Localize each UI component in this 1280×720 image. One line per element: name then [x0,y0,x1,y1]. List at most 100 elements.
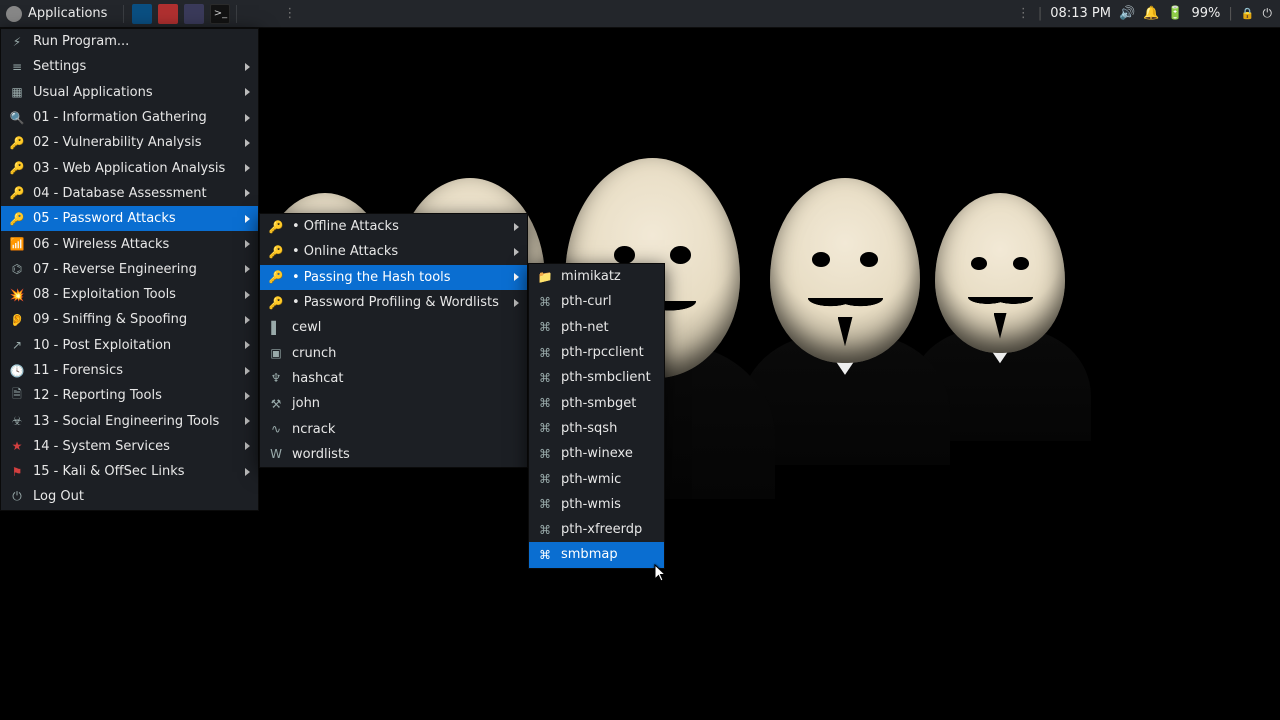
pth-tools-item[interactable]: ⌘pth-wmic [529,466,664,491]
password-attacks-item[interactable]: Wwordlists [260,442,527,467]
password-attacks-item[interactable]: ♆hashcat [260,366,527,391]
passing-the-hash-submenu: 📁mimikatz⌘pth-curl⌘pth-net⌘pth-rpcclient… [528,263,665,569]
menu-item-label: 10 - Post Exploitation [33,338,171,353]
menu-item-icon: ☣ [9,413,25,429]
launcher-folder-icon[interactable] [158,4,178,24]
submenu-arrow-icon [245,139,250,147]
menu-item-label: 14 - System Services [33,439,170,454]
pth-tools-item[interactable]: ⌘pth-smbget [529,390,664,415]
applications-menu-item[interactable]: ★ 14 - System Services [1,434,258,459]
applications-menu-item[interactable]: ▦Usual Applications [1,80,258,105]
lock-icon[interactable]: 🔒 [1241,7,1255,20]
password-attacks-item[interactable]: ▣crunch [260,340,527,365]
menu-item-icon: 📁 [537,269,553,285]
submenu-arrow-icon [245,316,250,324]
submenu-arrow-icon [245,63,250,71]
pth-tools-item[interactable]: ⌘pth-net [529,315,664,340]
applications-menu-button[interactable]: Applications [0,0,117,27]
pth-tools-item[interactable]: ⌘pth-xfreerdp [529,517,664,542]
menu-item-label: 09 - Sniffing & Spoofing [33,312,187,327]
applications-menu-item[interactable]: 🗎12 - Reporting Tools [1,383,258,408]
menu-item-icon: 💥 [9,287,25,303]
applications-menu-item[interactable]: 🔑04 - Database Assessment [1,181,258,206]
applications-menu-item[interactable]: ↗10 - Post Exploitation [1,333,258,358]
launcher-files-icon[interactable] [132,4,152,24]
pth-tools-item[interactable]: ⌘pth-winexe [529,441,664,466]
applications-menu-item[interactable]: ☣ 13 - Social Engineering Tools [1,408,258,433]
menu-item-label: • Offline Attacks [292,219,399,234]
wallpaper-figure [770,178,920,363]
pth-tools-item[interactable]: ⌘pth-rpcclient [529,340,664,365]
menu-item-label: john [292,396,320,411]
applications-menu-item[interactable]: ≡Settings [1,54,258,79]
notifications-icon[interactable]: 🔔 [1143,6,1159,21]
pth-tools-item[interactable]: ⌘pth-smbclient [529,365,664,390]
applications-menu-item[interactable]: 🔑03 - Web Application Analysis [1,155,258,180]
password-attacks-item[interactable]: ∿ncrack [260,416,527,441]
password-attacks-item[interactable]: 🔑• Online Attacks [260,239,527,264]
battery-percent: 99% [1192,6,1221,21]
pth-tools-item[interactable]: ⌘pth-curl [529,289,664,314]
applications-menu-item[interactable]: 🕓11 - Forensics [1,358,258,383]
applications-menu-item[interactable]: 🔑05 - Password Attacks [1,206,258,231]
applications-menu-item[interactable]: 🔑02 - Vulnerability Analysis [1,130,258,155]
applications-menu-item[interactable]: ⏻Log Out [1,484,258,509]
drag-handle-icon: ⋮ [283,6,296,21]
menu-item-icon: ⌬ [9,261,25,277]
pth-tools-item[interactable]: ⌘smbmap [529,542,664,567]
pth-tools-item[interactable]: 📁 mimikatz [529,264,664,289]
applications-menu-item[interactable]: ⚑15 - Kali & OffSec Links [1,459,258,484]
menu-item-label: 06 - Wireless Attacks [33,237,169,252]
battery-icon[interactable]: 🔋 [1167,6,1183,21]
clock[interactable]: 08:13 PM [1050,6,1111,21]
menu-item-label: pth-wmic [561,472,621,487]
power-icon[interactable]: ⏻ [1263,6,1273,21]
launcher-terminal-icon[interactable]: >_ [210,4,230,24]
pth-tools-item[interactable]: ⌘pth-sqsh [529,416,664,441]
menu-item-icon: ★ [9,438,25,454]
menu-item-label: 01 - Information Gathering [33,110,207,125]
applications-menu-item[interactable]: 👂09 - Sniffing & Spoofing [1,307,258,332]
menu-item-icon: ▣ [268,345,284,361]
quick-launchers: >_ [130,4,230,24]
menu-item-icon: ⚒ [268,396,284,412]
separator [123,5,124,23]
submenu-arrow-icon [514,299,519,307]
menu-item-label: mimikatz [561,269,621,284]
launcher-media-icon[interactable] [184,4,204,24]
applications-menu-item[interactable]: ⌬ 07 - Reverse Engineering [1,257,258,282]
password-attacks-item[interactable]: ▌cewl [260,315,527,340]
applications-menu-item[interactable]: 📶06 - Wireless Attacks [1,231,258,256]
password-attacks-item[interactable]: 🔑• Passing the Hash tools [260,265,527,290]
top-panel: Applications >_ ⋮ ⋮ | 08:13 PM 🔊 🔔 🔋 99%… [0,0,1280,28]
wallpaper-figure [935,193,1065,353]
menu-item-icon: 🔑 [268,219,284,235]
applications-menu-item[interactable]: 💥08 - Exploitation Tools [1,282,258,307]
menu-item-icon: ⌘ [537,370,553,386]
menu-item-icon: 🔑 [268,295,284,311]
menu-item-label: 13 - Social Engineering Tools [33,414,219,429]
applications-menu: ⚡Run Program...≡Settings▦Usual Applicati… [0,28,259,511]
drag-handle-icon: ⋮ [1017,6,1030,21]
submenu-arrow-icon [245,240,250,248]
menu-item-label: pth-smbget [561,396,636,411]
applications-menu-item[interactable]: ⚡Run Program... [1,29,258,54]
menu-item-label: 15 - Kali & OffSec Links [33,464,185,479]
password-attacks-item[interactable]: ⚒ john [260,391,527,416]
menu-item-label: 07 - Reverse Engineering [33,262,197,277]
menu-item-icon: 🔑 [268,244,284,260]
applications-menu-item[interactable]: 🔍01 - Information Gathering [1,105,258,130]
pth-tools-item[interactable]: ⌘pth-wmis [529,492,664,517]
menu-item-icon: ∿ [268,421,284,437]
submenu-arrow-icon [245,265,250,273]
menu-item-icon: 🔑 [9,185,25,201]
menu-item-icon: 🔑 [9,211,25,227]
kali-icon [6,6,22,22]
menu-item-icon: 🔑 [268,269,284,285]
password-attacks-item[interactable]: 🔑• Password Profiling & Wordlists [260,290,527,315]
menu-item-icon: ⚡ [9,34,25,50]
submenu-arrow-icon [245,88,250,96]
menu-item-label: pth-curl [561,294,612,309]
volume-icon[interactable]: 🔊 [1119,6,1135,21]
password-attacks-item[interactable]: 🔑 • Offline Attacks [260,214,527,239]
